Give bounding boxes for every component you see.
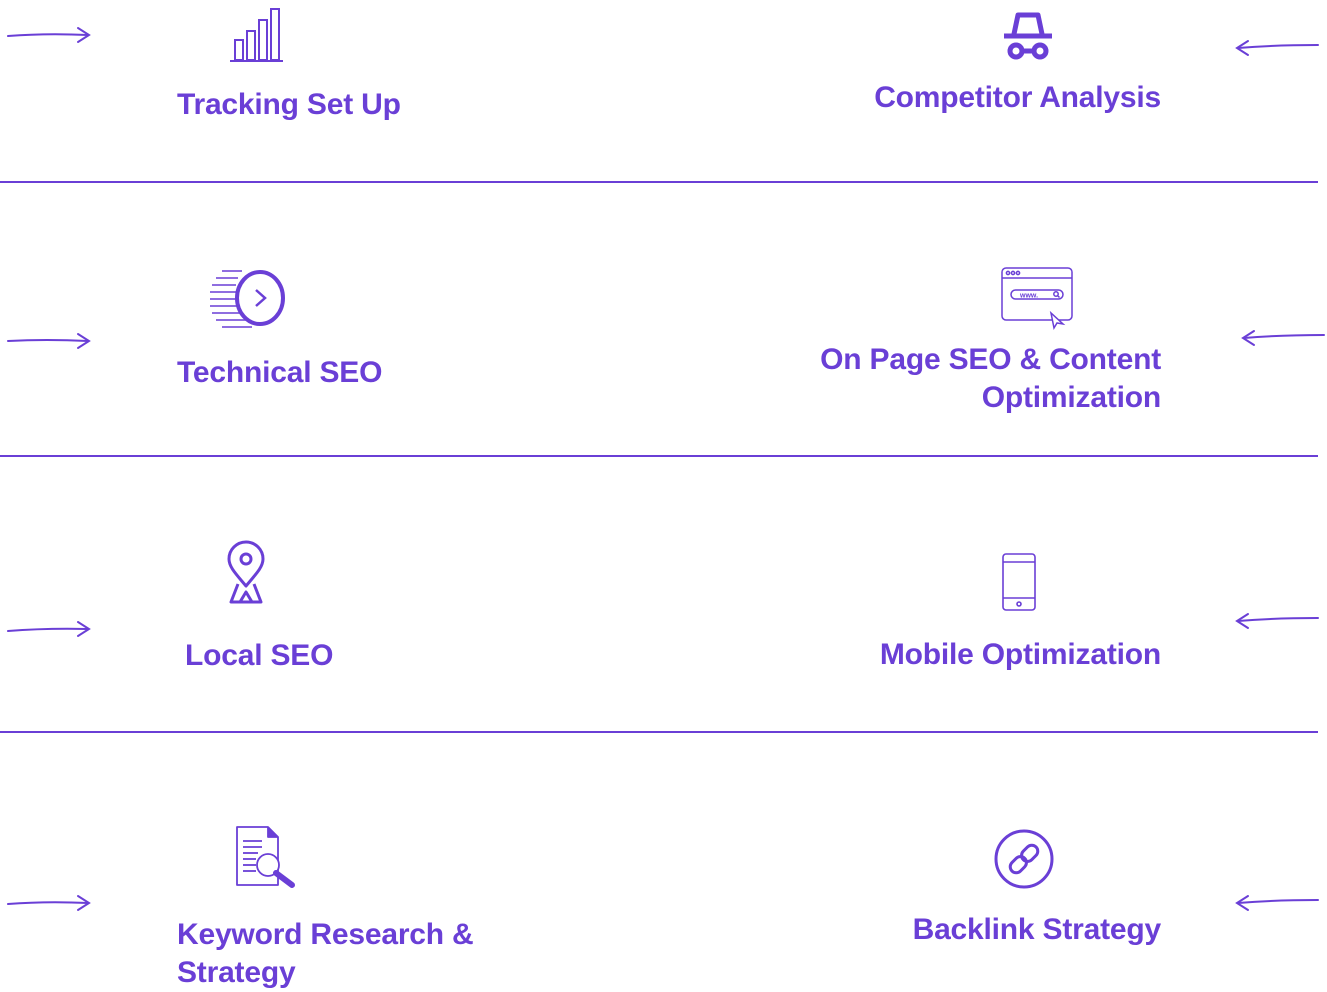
- arrow-left-icon: [1241, 330, 1325, 346]
- speed-clock-icon: [210, 270, 285, 328]
- arrow-right-icon: [7, 27, 91, 43]
- service-label-on-page: On Page SEO & Content Optimization: [820, 343, 1161, 414]
- service-label-local: Local SEO: [185, 639, 334, 672]
- service-label-backlink: Backlink Strategy: [912, 913, 1162, 946]
- arrow-right-icon: [7, 895, 91, 911]
- smartphone-icon: [1002, 553, 1036, 611]
- row-divider: [0, 455, 1318, 457]
- document-search-icon: [236, 826, 295, 888]
- map-pin-icon: [227, 540, 265, 604]
- link-circle-icon: [994, 829, 1054, 889]
- browser-www-icon: www.: [1001, 267, 1073, 331]
- arrow-left-icon: [1235, 895, 1319, 911]
- incognito-icon: [1004, 12, 1052, 60]
- arrow-left-icon: [1235, 613, 1319, 629]
- browser-www-text: www.: [1019, 293, 1038, 300]
- service-label-technical: Technical SEO: [177, 356, 383, 389]
- row-divider: [0, 181, 1318, 183]
- arrow-left-icon: [1235, 40, 1319, 56]
- service-label-tracking: Tracking Set Up: [177, 88, 401, 121]
- arrow-right-icon: [7, 621, 91, 637]
- service-label-keyword: Keyword Research & Strategy: [177, 918, 474, 989]
- bar-chart-icon: [230, 8, 283, 62]
- arrow-right-icon: [7, 333, 91, 349]
- service-label-mobile: Mobile Optimization: [879, 638, 1161, 671]
- row-divider: [0, 731, 1318, 733]
- service-label-competitor: Competitor Analysis: [874, 81, 1161, 114]
